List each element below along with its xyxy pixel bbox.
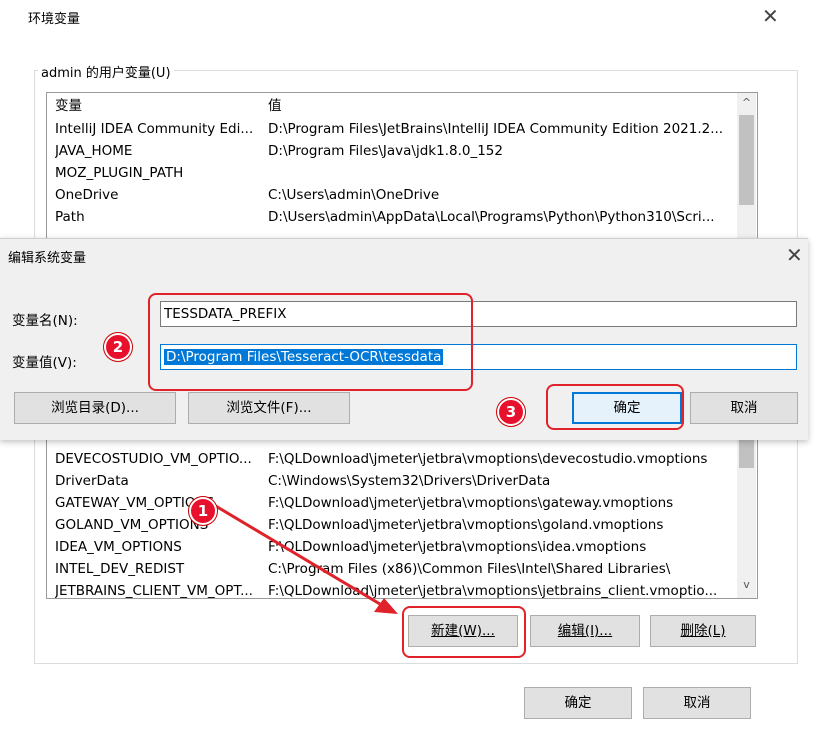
step-badge-3: 3: [499, 400, 523, 424]
arrow-head: [374, 598, 398, 614]
annotation-arrow: [213, 503, 398, 614]
arrow-line: [213, 503, 386, 609]
step-badge-1: 1: [191, 499, 215, 523]
step-badge-2: 2: [106, 335, 130, 359]
